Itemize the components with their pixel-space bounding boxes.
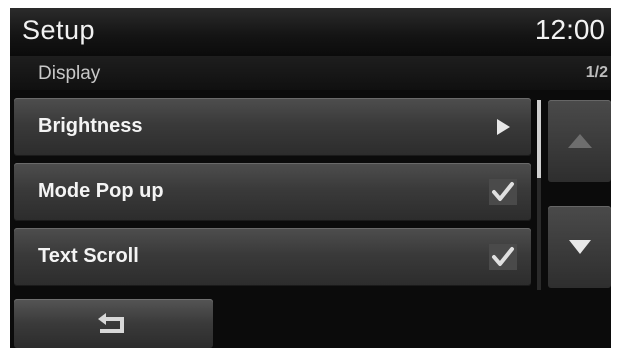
menu-item-brightness[interactable]: Brightness xyxy=(14,98,531,156)
checkmark-icon[interactable] xyxy=(489,178,517,206)
arrow-up-icon xyxy=(567,134,592,148)
title-bar: Setup 12:00 xyxy=(10,8,611,54)
section-title: Display xyxy=(38,63,101,84)
menu-item-label: Text Scroll xyxy=(38,245,139,267)
arrow-down-icon xyxy=(568,240,591,254)
menu-item-text-scroll[interactable]: Text Scroll xyxy=(14,228,531,286)
screen-title: Setup xyxy=(22,15,96,45)
back-icon xyxy=(97,312,124,333)
scroll-up-button[interactable] xyxy=(548,100,611,182)
menu-item-label: Mode Pop up xyxy=(38,180,164,202)
checkmark-icon[interactable] xyxy=(489,243,517,271)
back-button[interactable] xyxy=(14,299,213,348)
scroll-down-button[interactable] xyxy=(548,206,611,288)
setup-screen: Setup 12:00 Display 1/2 Brightness Mode … xyxy=(10,8,611,348)
page-indicator: 1/2 xyxy=(585,64,608,81)
arrow-right-icon xyxy=(489,113,517,141)
menu-item-label: Brightness xyxy=(38,115,143,137)
scrollbar-thumb[interactable] xyxy=(537,100,541,178)
sub-header: Display 1/2 xyxy=(10,56,611,90)
menu-item-mode-pop-up[interactable]: Mode Pop up xyxy=(14,163,531,221)
clock: 12:00 xyxy=(534,14,605,45)
